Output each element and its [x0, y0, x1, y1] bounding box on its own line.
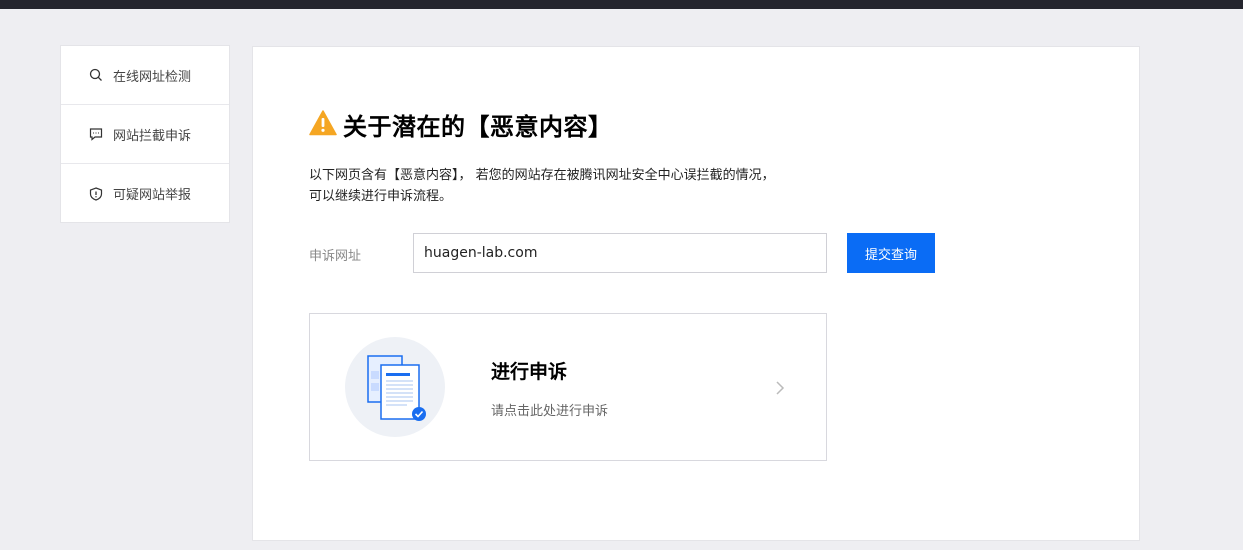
appeal-url-input[interactable] — [413, 233, 827, 273]
submit-query-button[interactable]: 提交查询 — [847, 233, 935, 273]
document-check-icon — [345, 337, 445, 437]
appeal-card-subtitle: 请点击此处进行申诉 — [491, 404, 609, 419]
page-title: 关于潜在的【恶意内容】 — [343, 113, 613, 141]
shield-icon — [88, 186, 104, 202]
sidebar-item-report[interactable]: 可疑网站举报 — [61, 164, 229, 223]
sidebar-item-label: 可疑网站举报 — [113, 188, 192, 203]
appeal-card-title: 进行申诉 — [491, 361, 568, 383]
top-bar — [0, 0, 1243, 9]
title-row: 关于潜在的【恶意内容】 — [309, 107, 613, 142]
description-line: 可以继续进行申诉流程。 — [309, 189, 453, 204]
warning-icon — [309, 109, 343, 140]
appeal-card[interactable]: 进行申诉 请点击此处进行申诉 — [309, 313, 827, 461]
search-icon — [88, 67, 104, 83]
sidebar-item-label: 网站拦截申诉 — [113, 128, 192, 144]
description: 以下网页含有【恶意内容】， 若您的网站存在被腾讯网址安全中心误拦截的情况， 可以… — [309, 165, 775, 207]
sidebar: 在线网址检测 网站拦截申诉 可疑网站举报 — [60, 45, 230, 223]
sidebar-item-label: 在线网址检测 — [113, 69, 192, 85]
sidebar-item-url-check[interactable]: 在线网址检测 — [61, 46, 229, 105]
appeal-url-label: 申诉网址 — [309, 249, 362, 264]
chevron-right-icon — [772, 379, 788, 397]
chat-icon — [88, 126, 104, 142]
description-line: 以下网页含有【恶意内容】， 若您的网站存在被腾讯网址安全中心误拦截的情况， — [309, 168, 775, 183]
sidebar-item-block-appeal[interactable]: 网站拦截申诉 — [61, 105, 229, 164]
main-panel: 关于潜在的【恶意内容】 以下网页含有【恶意内容】， 若您的网站存在被腾讯网址安全… — [252, 46, 1140, 541]
